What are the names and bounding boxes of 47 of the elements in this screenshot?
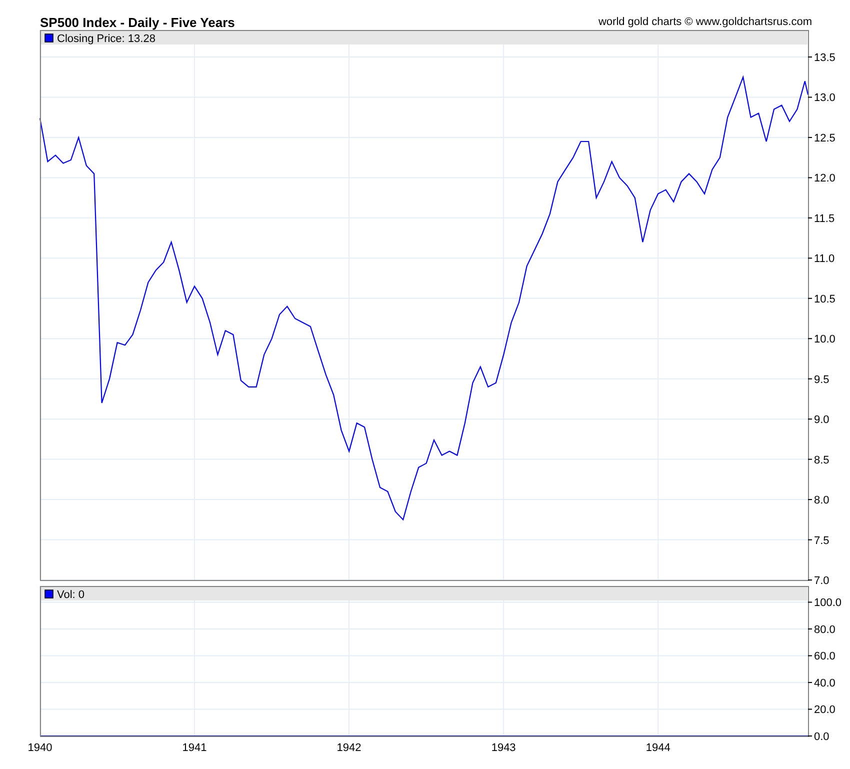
tick-label: 7.0 [814, 575, 830, 586]
axis-tick [808, 458, 812, 460]
axis-tick [808, 177, 812, 178]
axis-tick [808, 499, 812, 500]
tick-label: 100.0 [814, 597, 842, 610]
axis-tick [808, 56, 812, 58]
axis-tick [808, 378, 812, 380]
legend-label: Vol: 0 [57, 589, 85, 601]
tick-label: 80.0 [814, 624, 836, 636]
tick-label: 1941 [182, 742, 207, 754]
axis-tick [808, 96, 812, 98]
tick-label: 7.5 [814, 534, 830, 547]
tick-label: 1944 [646, 742, 670, 754]
axis-tick [808, 298, 812, 299]
tick-label: 10.0 [814, 334, 836, 346]
tick-label: 8.0 [814, 494, 830, 507]
tick-label: 9.5 [814, 374, 830, 386]
tick-label: 1940 [28, 742, 52, 754]
axis-tick [808, 682, 812, 683]
tick-label: 12.5 [814, 132, 836, 144]
tick-label: 40.0 [814, 677, 836, 690]
tick-label: 1943 [491, 742, 516, 754]
axis-tick [808, 217, 812, 218]
axis-tick [808, 708, 812, 710]
tick-label: 13.5 [814, 52, 836, 64]
tick-label: 1942 [336, 742, 362, 754]
legend-label: Closing Price: 13.28 [57, 33, 156, 45]
tick-label: 60.0 [814, 650, 836, 663]
axis-tick [808, 418, 812, 420]
tick-label: 20.0 [814, 704, 836, 716]
tick-label: 8.5 [814, 454, 830, 466]
axis-tick [808, 539, 812, 540]
axis-tick [808, 602, 812, 603]
tick-label: 9.0 [814, 414, 830, 426]
axis-tick [808, 338, 812, 340]
tick-label: 10.5 [814, 293, 836, 306]
tick-label: 12.0 [814, 172, 836, 185]
tick-label: 11.5 [814, 212, 835, 225]
axis-tick [808, 136, 812, 138]
tick-label: 13.0 [814, 92, 836, 104]
axis-tick [808, 628, 812, 630]
credit-text: world gold charts © www.goldchartsrus.com [598, 16, 812, 28]
axis-tick [808, 655, 812, 656]
tick-label: 0.0 [814, 731, 830, 743]
tick-label: 11.0 [814, 253, 835, 266]
chart-title: SP500 Index - Daily - Five Years [40, 15, 235, 30]
axis-tick [808, 258, 812, 259]
